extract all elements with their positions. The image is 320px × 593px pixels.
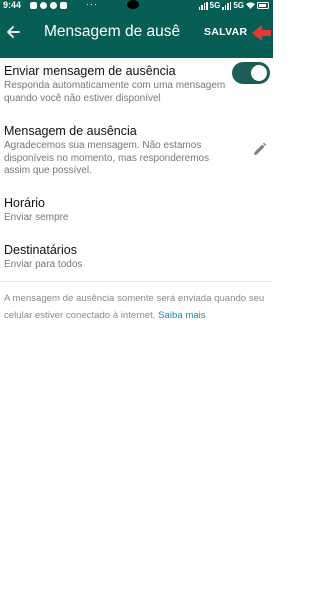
schedule-row[interactable]: Horário Enviar sempre (4, 196, 266, 225)
signal-icon-2 (222, 1, 232, 10)
back-arrow-icon (7, 26, 20, 38)
away-message-toggle-row[interactable]: Enviar mensagem de ausência Responda aut… (4, 64, 266, 105)
wifi-icon (246, 2, 255, 9)
recipients-title: Destinatários (4, 243, 77, 257)
app-bar: Mensagem de ausê SALVAR (0, 11, 273, 56)
more-notifications-icon: ··· (86, 0, 98, 9)
footer-note: A mensagem de ausência somente será envi… (4, 291, 270, 324)
away-toggle-subtitle: Responda automaticamente com uma mensage… (4, 80, 226, 104)
network-label: 5G (209, 1, 221, 10)
away-message-title: Mensagem de ausência (4, 124, 137, 138)
edit-message-button[interactable] (250, 140, 268, 158)
status-right-icons: 5G 5G (198, 0, 269, 11)
notification-icons (30, 2, 67, 9)
status-bar: 9:44 ··· 5G 5G (0, 0, 273, 11)
chat-icon (40, 2, 47, 9)
recipients-value: Enviar para todos (4, 259, 83, 270)
back-button[interactable] (0, 18, 26, 46)
divider (0, 281, 273, 282)
away-message-text: Agradecemos sua mensagem. Não estamos di… (4, 140, 210, 176)
red-arrow-annotation-icon (252, 25, 271, 41)
save-button[interactable]: SALVAR (204, 26, 247, 38)
signal-icon (198, 1, 208, 10)
network-label-2: 5G (233, 1, 244, 10)
footer-note-text: A mensagem de ausência somente será envi… (4, 293, 265, 321)
switch-knob (251, 65, 267, 81)
app-s-icon (60, 2, 67, 9)
away-toggle-title: Enviar mensagem de ausência (4, 64, 176, 78)
learn-more-link[interactable]: Saiba mais (158, 310, 205, 321)
pencil-icon (253, 142, 266, 155)
schedule-title: Horário (4, 196, 45, 210)
away-message-switch[interactable] (232, 62, 270, 84)
page-title: Mensagem de ausê (44, 23, 181, 40)
front-camera (127, 0, 139, 9)
away-message-row[interactable]: Mensagem de ausência Agradecemos sua men… (4, 124, 266, 178)
status-time: 9:44 (3, 0, 22, 10)
battery-icon (257, 2, 269, 9)
recipients-row[interactable]: Destinatários Enviar para todos (4, 243, 266, 272)
schedule-value: Enviar sempre (4, 212, 69, 223)
message-icon (30, 2, 37, 9)
header: 9:44 ··· 5G 5G Mensagem de ausê SALVAR (0, 0, 273, 58)
whatsapp-icon (50, 2, 57, 9)
